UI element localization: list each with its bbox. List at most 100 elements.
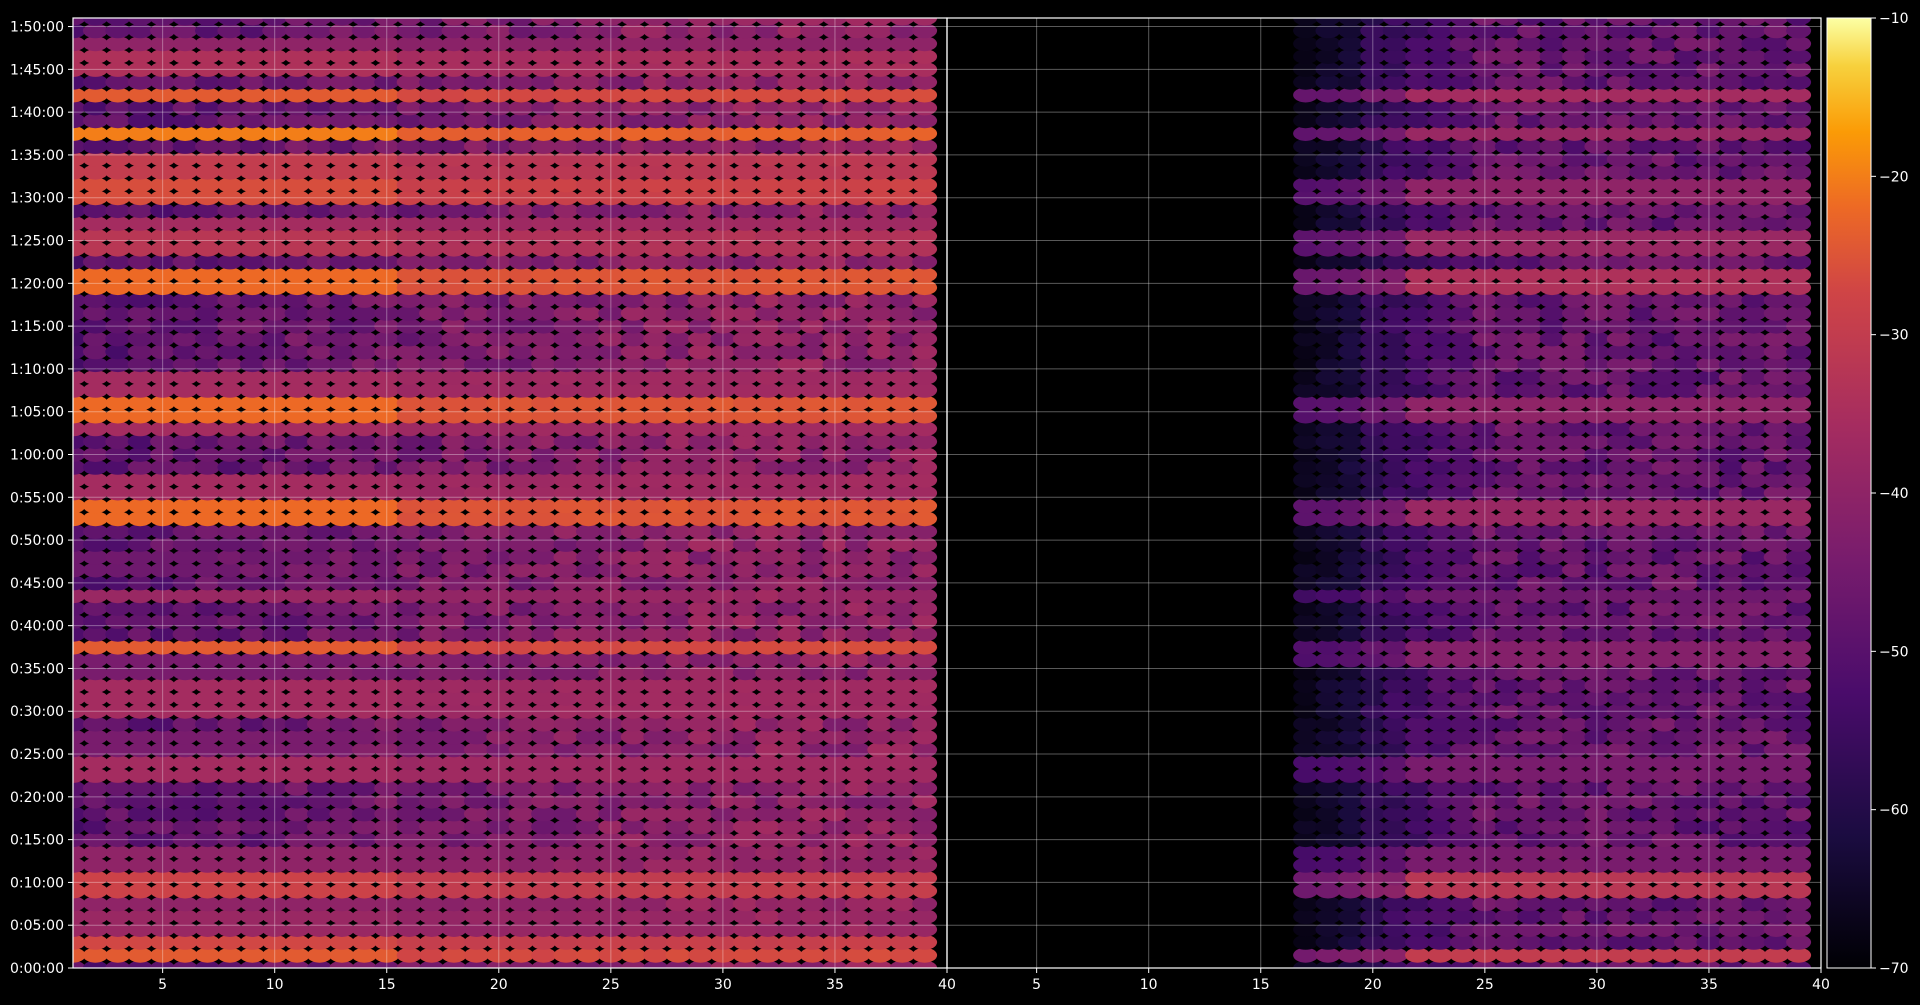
heatmap-cell — [755, 203, 781, 219]
heatmap-cell — [1337, 536, 1363, 552]
heatmap-cell — [1786, 819, 1812, 835]
heatmap-cell — [1539, 742, 1565, 758]
heatmap-cell — [867, 382, 893, 398]
heatmap-cell — [912, 652, 938, 668]
heatmap-cell — [1337, 164, 1363, 180]
heatmap-cell — [463, 909, 489, 925]
heatmap-cell — [755, 511, 781, 527]
colorbar-tick-label: −10 — [1879, 11, 1909, 27]
heatmap-cell — [1293, 370, 1319, 385]
heatmap-cell — [867, 922, 893, 937]
heatmap-cell — [1517, 36, 1543, 52]
heatmap-cell — [1539, 408, 1565, 424]
heatmap-cell — [1562, 408, 1587, 424]
heatmap-cell — [1741, 305, 1767, 321]
heatmap-cell — [1405, 395, 1431, 411]
heatmap-cell — [329, 626, 355, 642]
y-tick-label: 0:15:00 — [10, 833, 64, 849]
heatmap-cell — [1763, 549, 1789, 565]
heatmap-cell — [688, 280, 713, 296]
heatmap-cell — [800, 331, 825, 347]
heatmap-cell — [688, 305, 713, 321]
heatmap-cell — [1382, 665, 1408, 681]
heatmap-cell — [1427, 280, 1453, 296]
heatmap-cell — [1539, 857, 1565, 873]
heatmap-cell — [1763, 498, 1789, 514]
heatmap-cell — [575, 845, 601, 860]
heatmap-cell — [1629, 639, 1655, 655]
heatmap-cell — [1651, 472, 1677, 488]
heatmap-cell — [1293, 382, 1319, 398]
heatmap-cell — [844, 267, 870, 283]
heatmap-cell — [688, 267, 713, 283]
heatmap-cell — [217, 36, 243, 52]
heatmap-cell — [307, 254, 332, 270]
heatmap-cell — [1674, 459, 1699, 475]
heatmap-cell — [1674, 536, 1699, 552]
heatmap-cell — [1449, 819, 1475, 835]
heatmap-cell — [396, 613, 422, 629]
heatmap-cell — [1651, 74, 1677, 90]
heatmap-cell — [1449, 755, 1475, 771]
heatmap-cell — [1382, 652, 1408, 668]
heatmap-cell — [195, 472, 220, 488]
heatmap-cell — [1405, 588, 1431, 604]
heatmap-cell — [844, 421, 870, 437]
heatmap-cell — [620, 100, 646, 116]
heatmap-cell — [777, 755, 803, 771]
heatmap-cell — [867, 678, 893, 694]
heatmap-cell — [1293, 498, 1319, 514]
heatmap-cell — [1741, 845, 1767, 860]
heatmap-cell — [1674, 267, 1699, 283]
y-tick-label: 0:05:00 — [10, 918, 64, 934]
heatmap-cell — [1405, 254, 1431, 270]
heatmap-cell — [1629, 626, 1655, 642]
heatmap-cell — [1674, 370, 1699, 385]
heatmap-cell — [575, 626, 601, 642]
heatmap-cell — [195, 870, 220, 886]
heatmap-cell — [1539, 177, 1565, 193]
heatmap-cell — [1427, 755, 1453, 771]
heatmap-cell — [867, 665, 893, 681]
heatmap-cell — [1517, 947, 1543, 963]
heatmap-cell — [1562, 87, 1587, 103]
heatmap-cell — [867, 536, 893, 552]
heatmap-cell — [1517, 241, 1543, 257]
heatmap-cell — [396, 780, 422, 796]
heatmap-cell — [665, 639, 691, 655]
heatmap-cell — [1337, 498, 1363, 514]
heatmap-cell — [1449, 716, 1475, 732]
heatmap-cell — [912, 395, 938, 411]
heatmap-cell — [396, 511, 422, 527]
heatmap-cell — [844, 665, 870, 681]
heatmap-cell — [441, 562, 467, 578]
heatmap-cell — [1651, 909, 1677, 925]
heatmap-cell — [307, 344, 332, 360]
heatmap-cell — [1293, 896, 1319, 912]
heatmap-cell — [284, 806, 310, 822]
heatmap-cell — [1786, 87, 1812, 103]
heatmap-cell — [867, 511, 893, 527]
heatmap-cell — [1629, 601, 1655, 616]
heatmap-cell — [396, 151, 422, 167]
heatmap-cell — [463, 742, 489, 758]
heatmap-cell — [867, 267, 893, 283]
heatmap-cell — [665, 49, 691, 64]
heatmap-cell — [800, 421, 825, 437]
heatmap-cell — [1315, 100, 1341, 116]
heatmap-cell — [867, 421, 893, 437]
heatmap-cell — [732, 126, 758, 141]
heatmap-cell — [1494, 421, 1520, 437]
heatmap-cell — [531, 588, 557, 604]
heatmap-cell — [1562, 485, 1587, 501]
heatmap-cell — [1741, 370, 1767, 385]
heatmap-cell — [508, 922, 534, 937]
heatmap-cell — [284, 472, 310, 488]
heatmap-cell — [1674, 780, 1699, 796]
heatmap-cell — [1494, 780, 1520, 796]
heatmap-cell — [1539, 883, 1565, 899]
heatmap-cell — [463, 370, 489, 385]
heatmap-cell — [1427, 126, 1453, 141]
heatmap-cell — [195, 126, 220, 141]
heatmap-cell — [1382, 716, 1408, 732]
